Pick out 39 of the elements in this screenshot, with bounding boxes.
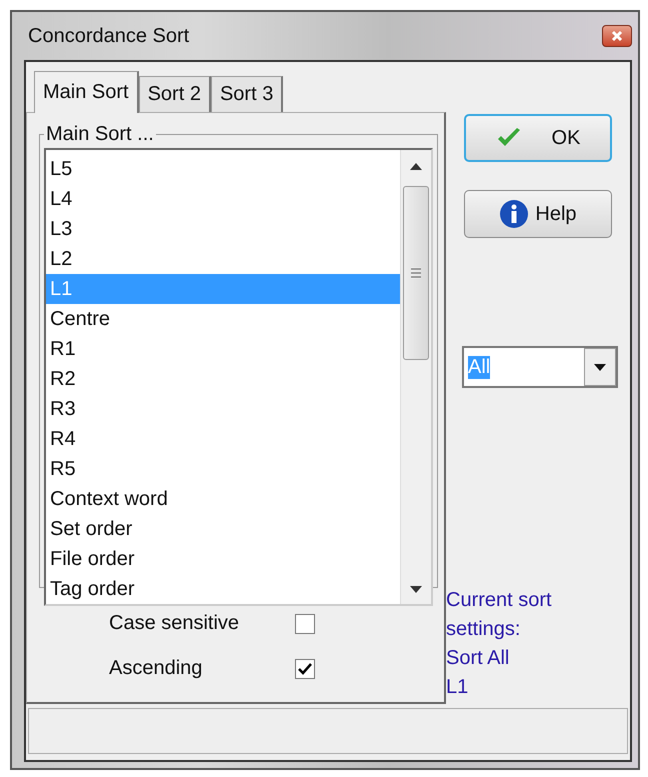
list-item[interactable]: Tag order xyxy=(46,574,400,604)
window-title: Concordance Sort xyxy=(28,24,190,48)
scrollbar[interactable] xyxy=(400,150,431,604)
list-item[interactable]: L2 xyxy=(46,244,400,274)
option-label: Case sensitive xyxy=(109,612,240,635)
help-button[interactable]: Help xyxy=(464,190,612,238)
grip-icon xyxy=(411,268,421,278)
dropdown-button[interactable] xyxy=(584,348,616,386)
close-button[interactable] xyxy=(602,25,632,47)
list-item[interactable]: L3 xyxy=(46,214,400,244)
scroll-thumb[interactable] xyxy=(403,186,429,360)
checkbox[interactable] xyxy=(295,658,315,678)
list-item[interactable]: Set order xyxy=(46,514,400,544)
list-item[interactable]: Centre xyxy=(46,304,400,334)
list-item[interactable]: Context word xyxy=(46,484,400,514)
tab[interactable]: Sort 3 xyxy=(210,76,284,112)
settings-text: L1 xyxy=(446,675,470,700)
settings-text: Sort All xyxy=(446,646,510,671)
close-icon xyxy=(611,30,623,42)
list-item[interactable]: R5 xyxy=(46,454,400,484)
list-item[interactable]: R4 xyxy=(46,424,400,454)
list-item[interactable]: L5 xyxy=(46,154,400,184)
group-title: Main Sort ... xyxy=(45,123,155,146)
list-item[interactable]: R2 xyxy=(46,364,400,394)
ok-button[interactable]: OK xyxy=(464,114,612,162)
list-item[interactable]: R1 xyxy=(46,334,400,364)
tab[interactable]: Sort 2 xyxy=(138,76,211,112)
scroll-down-icon[interactable] xyxy=(410,586,422,594)
info-icon xyxy=(499,199,530,229)
list-item[interactable]: L4 xyxy=(46,184,400,214)
tab[interactable]: Main Sort xyxy=(34,71,139,113)
settings-text: Current sort settings: xyxy=(446,588,553,642)
dropdown-arrow-icon xyxy=(594,364,606,370)
combo-value: All xyxy=(468,356,490,378)
list-item[interactable]: R3 xyxy=(46,394,400,424)
list-item[interactable]: File order xyxy=(46,544,400,574)
scroll-up-icon[interactable] xyxy=(410,162,422,170)
option-label: Ascending xyxy=(109,657,204,680)
checkbox[interactable] xyxy=(295,614,315,634)
